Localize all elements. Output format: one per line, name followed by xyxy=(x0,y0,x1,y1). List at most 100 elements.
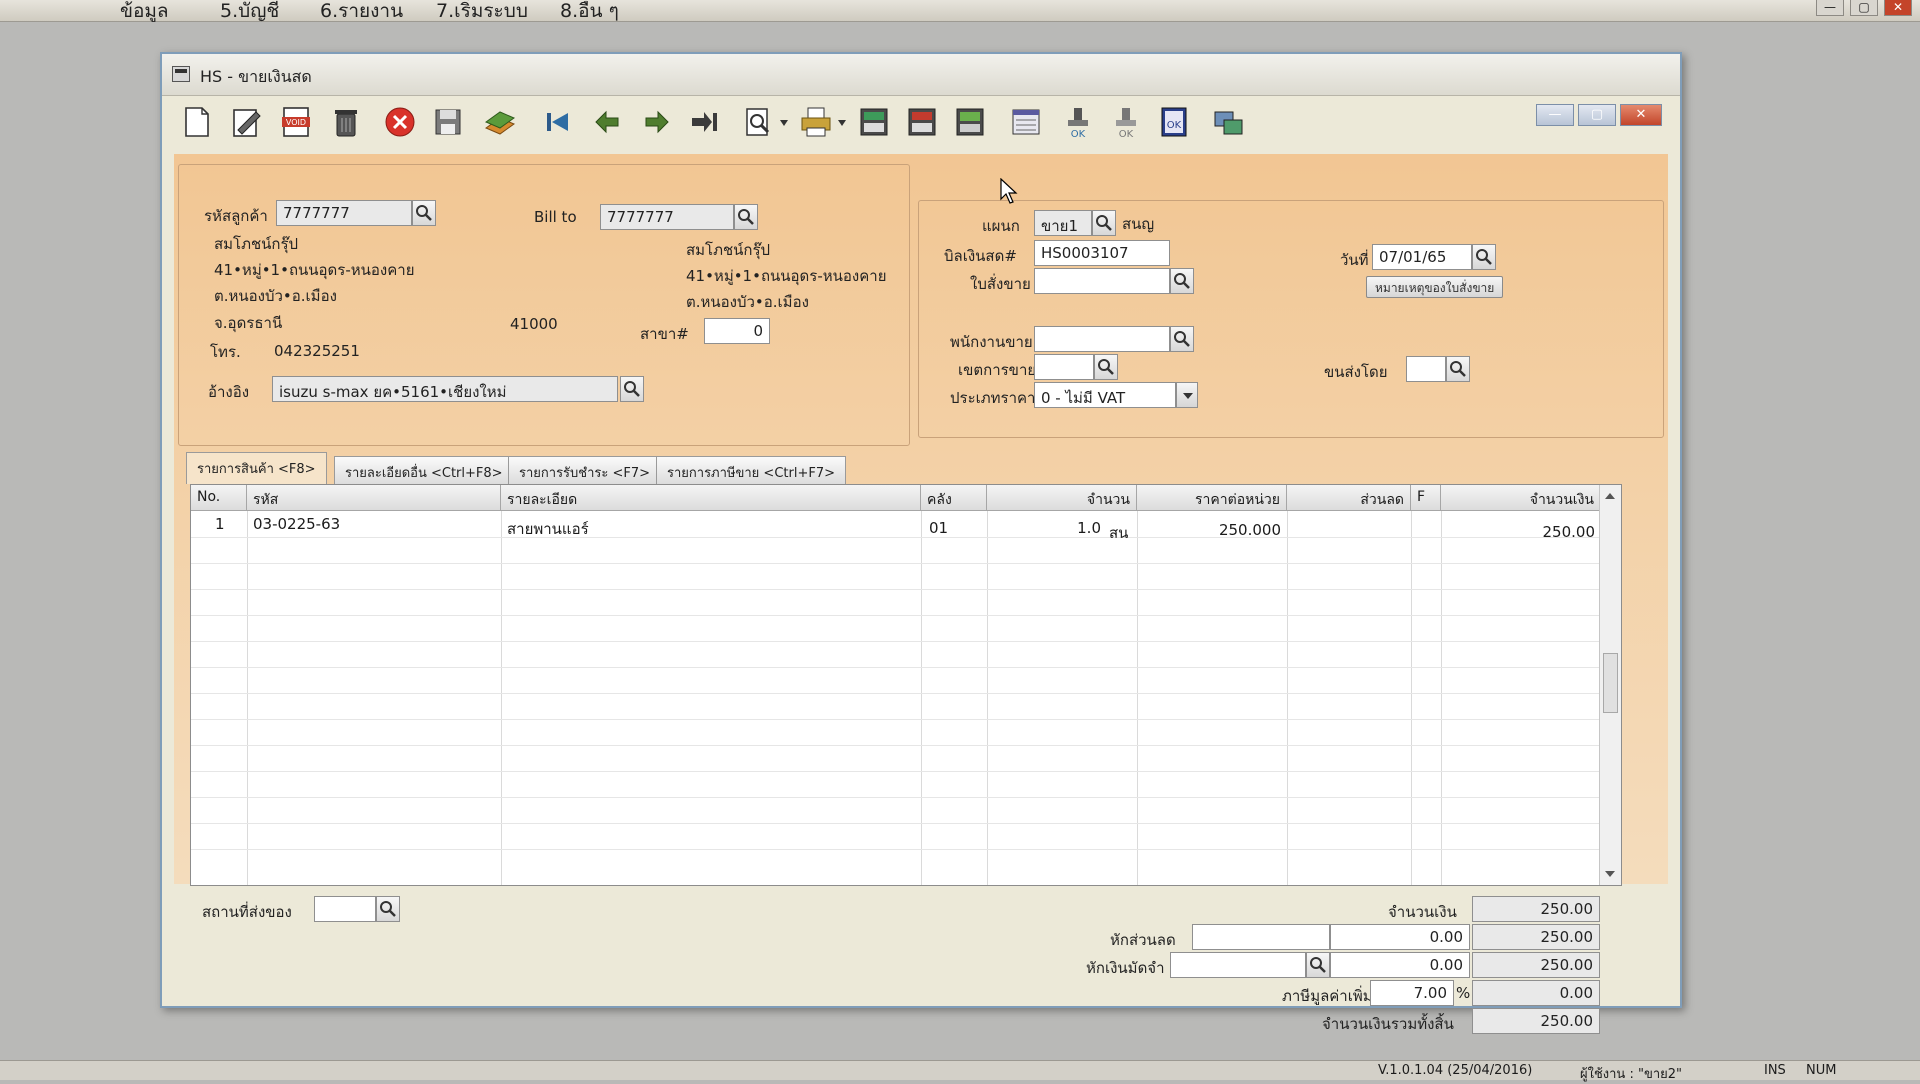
search-document-icon[interactable] xyxy=(740,104,776,140)
svg-text:VOID: VOID xyxy=(286,118,306,127)
col-code-header[interactable]: รหัส xyxy=(247,485,501,511)
reference-label: อ้างอิง xyxy=(208,383,250,401)
ship-by-input[interactable] xyxy=(1406,356,1446,382)
price-type-select[interactable]: 0 - ไม่มี VAT xyxy=(1034,382,1176,408)
menu-item-report[interactable]: 6.รายงาน xyxy=(320,0,403,26)
grid-column-divider xyxy=(1411,511,1412,885)
ship-by-label: ขนส่งโดย xyxy=(1324,363,1388,381)
department-label: แผนก xyxy=(982,217,1020,235)
row-amount: 250.00 xyxy=(1542,523,1596,541)
delete-trash-icon[interactable] xyxy=(328,104,364,140)
network-computer-icon[interactable] xyxy=(1210,104,1246,140)
grid-row-line xyxy=(191,745,1601,746)
scroll-up-icon[interactable] xyxy=(1605,493,1615,499)
sales-area-input[interactable] xyxy=(1034,354,1094,380)
deposit-code-input[interactable] xyxy=(1170,952,1306,978)
list-report-icon[interactable] xyxy=(1008,104,1044,140)
first-record-icon[interactable] xyxy=(540,104,576,140)
tab-sales-tax[interactable]: รายการภาษีขาย <Ctrl+F7> xyxy=(656,456,846,484)
col-desc-header[interactable]: รายละเอียด xyxy=(501,485,921,511)
branch-input[interactable]: 0 xyxy=(704,318,770,344)
bill-number-input[interactable]: HS0003107 xyxy=(1034,240,1170,266)
menu-item-setup[interactable]: 7.เริ่มระบบ xyxy=(436,0,528,26)
approve-stamp-icon[interactable]: OK xyxy=(1060,104,1096,140)
items-grid: No. รหัส รายละเอียด คลัง จำนวน ราคาต่อหน… xyxy=(190,484,1622,886)
sales-order-label: ใบสั่งขาย xyxy=(970,275,1031,293)
next-record-icon[interactable] xyxy=(638,104,674,140)
ship-place-search-icon[interactable] xyxy=(376,896,400,922)
deposit-search-icon[interactable] xyxy=(1306,952,1330,978)
vat-rate-input[interactable]: 7.00 xyxy=(1370,980,1454,1006)
save-icon[interactable] xyxy=(430,104,466,140)
date-input[interactable]: 07/01/65 xyxy=(1372,244,1472,270)
report-so-icon[interactable] xyxy=(952,104,988,140)
void-document-icon[interactable]: VOID xyxy=(278,104,314,140)
customer-address2: ต.หนองบัว•อ.เมือง xyxy=(214,287,337,305)
date-label: วันที่ xyxy=(1340,251,1369,269)
scroll-down-icon[interactable] xyxy=(1605,871,1615,877)
previous-record-icon[interactable] xyxy=(590,104,626,140)
salesman-input[interactable] xyxy=(1034,326,1170,352)
reference-input[interactable]: isuzu s-max ยค•5161•เชียงใหม่ xyxy=(272,376,618,402)
tab-payments[interactable]: รายการรับชำระ <F7> xyxy=(508,456,662,484)
sales-order-note-button[interactable]: หมายเหตุของใบสั่งขาย xyxy=(1366,276,1504,298)
sales-order-search-icon[interactable] xyxy=(1170,268,1194,294)
department-search-icon[interactable] xyxy=(1092,210,1116,236)
price-type-dropdown-icon[interactable] xyxy=(1176,382,1198,408)
date-picker-icon[interactable] xyxy=(1472,244,1496,270)
grid-row-line xyxy=(191,849,1601,850)
app-minimize-button[interactable]: — xyxy=(1816,0,1844,16)
app-close-button[interactable]: ✕ xyxy=(1884,0,1912,16)
customer-code-input[interactable]: 7777777 xyxy=(276,200,412,226)
search-dropdown-icon[interactable] xyxy=(780,120,788,126)
col-price-header[interactable]: ราคาต่อหน่วย xyxy=(1137,485,1287,511)
billto-search-icon[interactable] xyxy=(734,204,758,230)
col-warehouse-header[interactable]: คลัง xyxy=(921,485,987,511)
col-discount-header[interactable]: ส่วนลด xyxy=(1287,485,1411,511)
customer-name: สมโภชน์กรุ๊ป xyxy=(214,235,299,253)
tab-items[interactable]: รายการสินค้า <F8> xyxy=(186,452,327,484)
ship-by-search-icon[interactable] xyxy=(1446,356,1470,382)
discount-code-input[interactable] xyxy=(1192,924,1330,950)
document-ok-icon[interactable]: OK xyxy=(1156,104,1192,140)
col-no-header[interactable]: No. xyxy=(191,485,247,511)
billto-code-input[interactable]: 7777777 xyxy=(600,204,734,230)
status-user: ผู้ใช้งาน : "ขาย2" xyxy=(1580,1067,1683,1082)
vat-amount-value: 0.00 xyxy=(1472,980,1600,1006)
department-input[interactable]: ขาย1 xyxy=(1034,210,1092,236)
tab-other-details[interactable]: รายละเอียดอื่น <Ctrl+F8> xyxy=(334,456,514,484)
report-green-icon[interactable] xyxy=(856,104,892,140)
ship-place-input[interactable] xyxy=(314,896,376,922)
col-amount-header[interactable]: จำนวนเงิน xyxy=(1441,485,1601,511)
billto-label: Bill to xyxy=(534,208,577,226)
phone-label: โทร. xyxy=(210,343,241,361)
salesman-label: พนักงานขาย xyxy=(950,333,1033,351)
print-icon[interactable] xyxy=(798,104,834,140)
books-icon[interactable] xyxy=(482,104,518,140)
reference-search-icon[interactable] xyxy=(620,376,644,402)
customer-search-icon[interactable] xyxy=(412,200,436,226)
report-red-icon[interactable] xyxy=(904,104,940,140)
print-dropdown-icon[interactable] xyxy=(838,120,846,126)
svg-text:OK: OK xyxy=(1119,129,1134,140)
deposit-value-input[interactable]: 0.00 xyxy=(1330,952,1470,978)
grand-total-label: จำนวนเงินรวมทั้งสิ้น xyxy=(1322,1015,1454,1033)
menu-item-data[interactable]: ข้อมูล xyxy=(120,0,169,26)
approve-gray-icon[interactable]: OK xyxy=(1108,104,1144,140)
discount-value-input[interactable]: 0.00 xyxy=(1330,924,1470,950)
sales-order-input[interactable] xyxy=(1034,268,1170,294)
new-document-icon[interactable] xyxy=(178,104,214,140)
scroll-thumb[interactable] xyxy=(1603,653,1618,713)
col-qty-header[interactable]: จำนวน xyxy=(987,485,1137,511)
sales-area-search-icon[interactable] xyxy=(1094,354,1118,380)
app-maximize-button[interactable]: ▢ xyxy=(1850,0,1878,16)
last-record-icon[interactable] xyxy=(686,104,722,140)
menu-item-other[interactable]: 8.อื่น ๆ xyxy=(560,0,619,26)
grid-vertical-scrollbar[interactable] xyxy=(1599,485,1621,885)
edit-document-icon[interactable] xyxy=(228,104,264,140)
grid-row-line xyxy=(191,615,1601,616)
cancel-icon[interactable] xyxy=(382,104,418,140)
menu-item-accounting[interactable]: 5.บัญชี xyxy=(220,0,279,26)
salesman-search-icon[interactable] xyxy=(1170,326,1194,352)
col-f-header[interactable]: F xyxy=(1411,485,1441,511)
